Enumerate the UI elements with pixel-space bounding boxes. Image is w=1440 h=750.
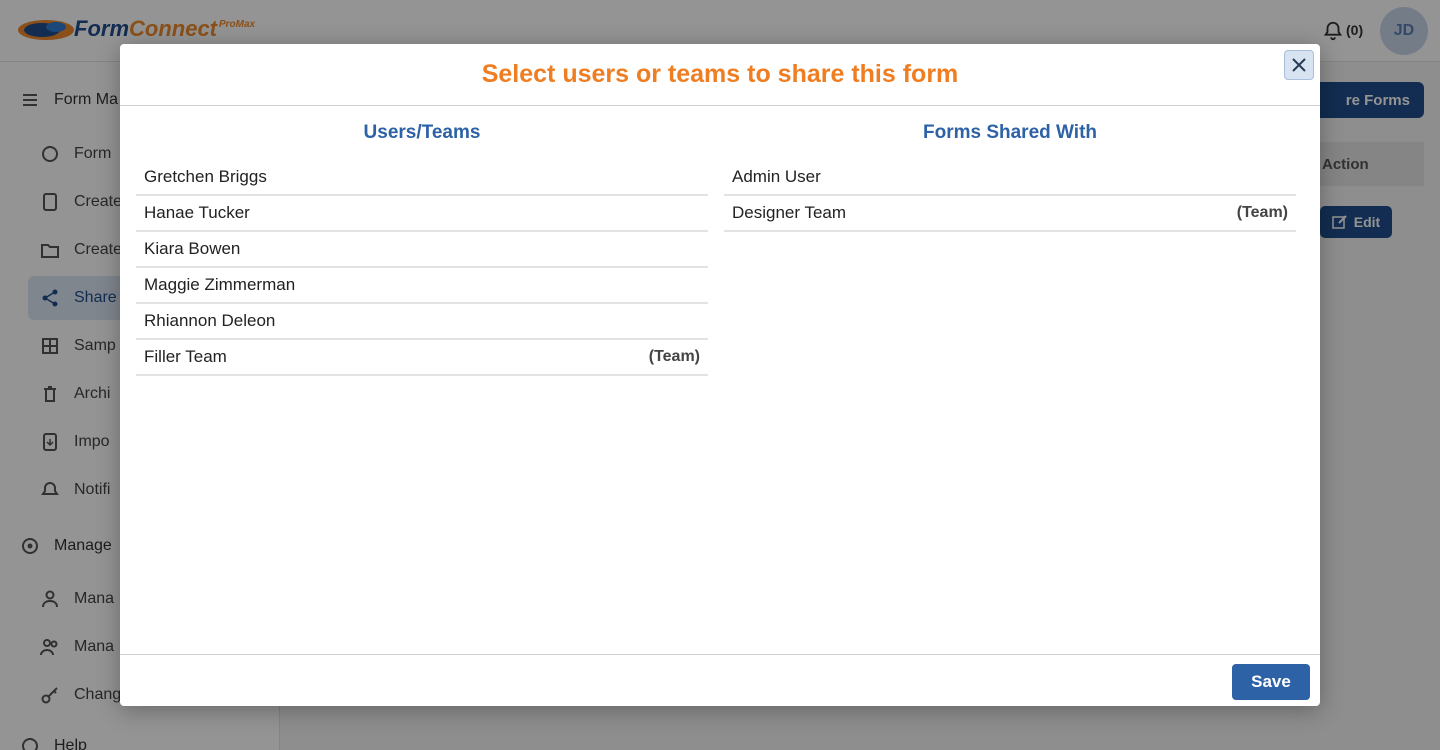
available-users-column: Users/Teams Gretchen Briggs Hanae Tucker… — [136, 106, 708, 376]
available-team-item[interactable]: Filler Team (Team) — [136, 340, 708, 376]
shared-team-item[interactable]: Designer Team (Team) — [724, 196, 1296, 232]
user-name: Gretchen Briggs — [144, 167, 267, 186]
user-name: Kiara Bowen — [144, 239, 241, 258]
team-tag: (Team) — [648, 348, 700, 365]
team-name: Filler Team — [144, 347, 227, 366]
available-user-item[interactable]: Gretchen Briggs — [136, 160, 708, 196]
shared-with-list: Admin User Designer Team (Team) — [724, 160, 1296, 232]
team-name: Designer Team — [732, 203, 847, 222]
close-icon — [1292, 58, 1306, 72]
available-users-list: Gretchen Briggs Hanae Tucker Kiara Bowen… — [136, 160, 708, 376]
available-user-item[interactable]: Maggie Zimmerman — [136, 268, 708, 304]
available-user-item[interactable]: Hanae Tucker — [136, 196, 708, 232]
user-name: Rhiannon Deleon — [144, 311, 276, 330]
save-button[interactable]: Save — [1232, 664, 1310, 700]
user-name: Hanae Tucker — [144, 203, 250, 222]
available-user-item[interactable]: Rhiannon Deleon — [136, 304, 708, 340]
shared-with-title: Forms Shared With — [922, 122, 1097, 143]
modal-title: Select users or teams to share this form — [481, 60, 959, 88]
modal-header: Select users or teams to share this form — [120, 44, 1320, 106]
share-form-modal: Select users or teams to share this form… — [120, 44, 1320, 706]
close-button[interactable] — [1284, 50, 1314, 80]
available-users-title: Users/Teams — [363, 122, 481, 143]
shared-with-column: Forms Shared With Admin User Designer Te… — [724, 106, 1296, 232]
team-tag: (Team) — [1236, 204, 1288, 221]
available-user-item[interactable]: Kiara Bowen — [136, 232, 708, 268]
user-name: Maggie Zimmerman — [144, 275, 296, 294]
user-name: Admin User — [732, 167, 821, 186]
modal-footer: Save — [120, 654, 1320, 706]
shared-user-item[interactable]: Admin User — [724, 160, 1296, 196]
